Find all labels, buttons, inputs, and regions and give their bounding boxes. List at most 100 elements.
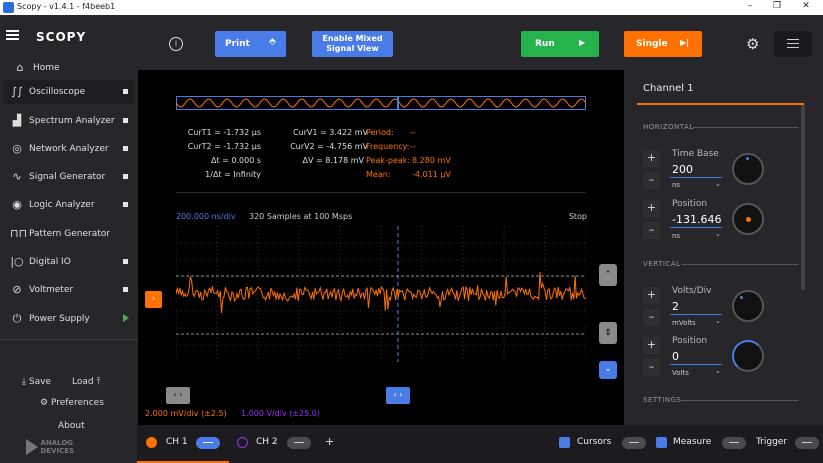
app-icon — [3, 2, 14, 13]
measure-checkbox[interactable] — [656, 437, 667, 448]
overview-trace — [176, 98, 586, 108]
chevron-down-icon[interactable]: ⌄ — [715, 317, 721, 325]
load-label: Load — [72, 377, 94, 387]
print-menu-icon[interactable]: ⬘ — [269, 37, 276, 47]
cursor-t2-readout: CurT2 = -1.732 µs — [187, 142, 261, 151]
save-button[interactable]: ⤓ Save — [22, 377, 51, 387]
ch1-offset-marker[interactable]: › — [145, 291, 162, 308]
measure-label[interactable]: Measure — [673, 437, 711, 447]
hamburger-menu-icon[interactable] — [6, 30, 19, 40]
vpos-value-input[interactable]: 0 — [672, 350, 679, 363]
volts-unit-select[interactable]: mVolts — [672, 319, 696, 327]
hpos-unit-select[interactable]: ns — [672, 232, 680, 240]
info-icon[interactable]: i — [169, 37, 183, 51]
vpos-increment-button[interactable]: + — [643, 337, 660, 354]
sidebar-item-voltmeter[interactable]: ⊘ Voltmeter — [3, 278, 134, 302]
preferences-button[interactable]: ⚙ Preferences — [40, 398, 104, 408]
sidebar-item-label: Spectrum Analyzer — [29, 116, 115, 126]
ch2-menu-button[interactable] — [287, 437, 311, 449]
mean-value: -4.011 µV — [412, 170, 451, 179]
timebase-increment-button[interactable]: + — [643, 150, 660, 167]
sidebar-item-network-analyzer[interactable]: ◎ Network Analyzer — [3, 137, 134, 161]
menu-button[interactable] — [774, 31, 812, 57]
minimize-button[interactable]: – — [743, 1, 757, 14]
cursors-menu-button[interactable] — [622, 437, 646, 449]
measure-menu-button[interactable] — [722, 437, 746, 449]
hpos-value-input[interactable]: -131.646 — [672, 213, 721, 226]
run-button[interactable]: Run ▶ — [521, 31, 599, 57]
digital-io-icon: |○ — [10, 255, 24, 268]
add-channel-button[interactable]: + — [325, 435, 334, 448]
trigger-label[interactable]: Trigger — [756, 437, 787, 447]
brand-line-1: ANALOG — [40, 439, 74, 447]
horizontal-pan-left-button[interactable]: ‹ › — [166, 387, 190, 404]
single-button[interactable]: Single ▶| — [624, 31, 702, 57]
waveform-overview[interactable] — [176, 96, 586, 110]
sidebar-item-label: Signal Generator — [29, 172, 106, 182]
close-button[interactable]: ✕ — [799, 1, 813, 14]
cursor-v2-readout: CurV2 = -4.756 mV — [290, 142, 368, 151]
sidebar-item-oscilloscope[interactable]: ∫∫ Oscilloscope — [3, 80, 134, 104]
volts-increment-button[interactable]: + — [643, 287, 660, 304]
timebase-knob[interactable] — [732, 153, 764, 185]
sidebar-item-signal-generator[interactable]: ∿ Signal Generator — [3, 165, 134, 189]
panel-title-underline — [637, 103, 804, 105]
trigger-menu-button[interactable] — [795, 437, 819, 449]
timebase-decrement-button[interactable]: – — [643, 172, 660, 189]
gear-icon: ⚙ — [40, 398, 49, 408]
sidebar-item-spectrum-analyzer[interactable]: ▟ Spectrum Analyzer — [3, 109, 134, 133]
ch2-scale-label: 1.000 V/div (±25.0) — [241, 409, 320, 418]
ch1-label[interactable]: CH 1 — [166, 437, 188, 447]
app-logo: SCOPY — [36, 30, 87, 44]
status-indicator — [123, 118, 128, 123]
horizontal-pan-trigger-button[interactable]: ‹ › — [386, 387, 410, 404]
hpos-knob[interactable] — [732, 203, 764, 235]
chevron-down-icon[interactable]: ⌄ — [715, 367, 721, 375]
about-button[interactable]: About — [58, 421, 85, 431]
settings-gear-icon[interactable]: ⚙ — [746, 35, 759, 53]
sidebar-item-home[interactable]: ⌂ Home — [3, 56, 134, 80]
vpos-unit-select[interactable]: Volts — [672, 369, 689, 377]
volts-decrement-button[interactable]: – — [643, 309, 660, 326]
sidebar-item-label: Digital IO — [29, 257, 71, 267]
scroll-middle-button[interactable]: ⇕ — [599, 322, 617, 344]
volts-div-value-input[interactable]: 2 — [672, 300, 679, 313]
panel-scrollbar[interactable] — [801, 105, 805, 290]
sidebar-item-digital-io[interactable]: |○ Digital IO — [3, 250, 134, 274]
volts-div-knob[interactable] — [732, 290, 764, 322]
ch2-enable-toggle[interactable] — [237, 437, 248, 448]
chevron-down-icon[interactable]: ⌄ — [715, 230, 721, 238]
waveform-plot[interactable] — [176, 226, 586, 362]
channel-bar: CH 1 CH 2 + Cursors Measure Trigger — [137, 425, 823, 463]
print-button[interactable]: Print ⬘ — [215, 31, 286, 57]
peak-peak-value: 8.280 mV — [412, 156, 451, 165]
mean-label: Mean: — [366, 170, 391, 179]
vpos-label: Position — [672, 336, 708, 346]
load-button[interactable]: Load ⤒ — [72, 377, 100, 387]
scroll-up-button[interactable]: ⌃ — [599, 264, 617, 286]
timebase-unit-select[interactable]: ns — [672, 181, 680, 189]
scroll-down-button[interactable]: ⌄ — [599, 361, 617, 379]
sidebar-item-power-supply[interactable]: ⏻ Power Supply — [3, 307, 134, 331]
timebase-label: 200.000 ns/div — [176, 212, 236, 221]
sidebar-item-logic-analyzer[interactable]: ◉ Logic Analyzer — [3, 193, 134, 217]
enable-mixed-signal-view-button[interactable]: Enable Mixed Signal View — [312, 31, 393, 57]
cursors-checkbox[interactable] — [559, 437, 570, 448]
hpos-increment-button[interactable]: + — [643, 200, 660, 217]
vpos-knob[interactable] — [732, 340, 764, 372]
status-indicator — [123, 259, 128, 264]
maximize-button[interactable]: ❐ — [770, 1, 784, 14]
brand-line-2: DEVICES — [40, 447, 75, 455]
cursors-label[interactable]: Cursors — [577, 437, 611, 447]
chevron-down-icon[interactable]: ⌄ — [715, 180, 721, 188]
frequency-value: -- — [410, 142, 416, 151]
save-label: Save — [28, 377, 51, 387]
ch1-enable-toggle[interactable] — [146, 437, 157, 448]
timebase-value-input[interactable]: 200 — [672, 163, 693, 176]
sidebar-item-pattern-generator[interactable]: ⊓⊓ Pattern Generator — [3, 222, 134, 246]
vpos-decrement-button[interactable]: – — [643, 359, 660, 376]
oscilloscope-icon: ∫∫ — [11, 85, 23, 98]
ch1-menu-button[interactable] — [196, 437, 220, 449]
hpos-decrement-button[interactable]: – — [643, 222, 660, 239]
ch2-label[interactable]: CH 2 — [256, 437, 278, 447]
